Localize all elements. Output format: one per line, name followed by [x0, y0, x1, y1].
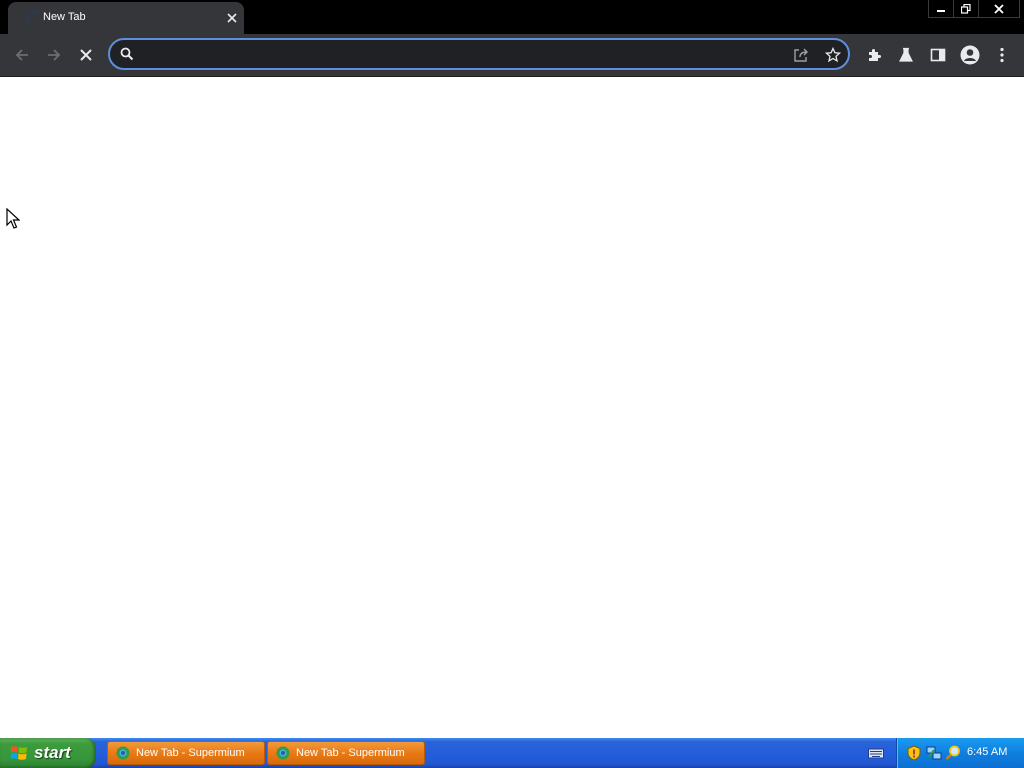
taskbar-item-label: New Tab - Supermium: [136, 747, 245, 759]
supermium-app-icon: [276, 746, 290, 760]
browser-titlebar: New Tab: [0, 0, 1024, 34]
start-button[interactable]: start: [0, 738, 96, 768]
restore-icon[interactable]: [953, 0, 979, 18]
taskbar-item-supermium-2[interactable]: New Tab - Supermium: [267, 741, 425, 765]
window-controls: [928, 0, 1020, 18]
search-icon[interactable]: [945, 745, 961, 761]
keyboard-icon[interactable]: [868, 746, 884, 765]
system-tray: 6:45 AM: [896, 738, 1024, 768]
forward-button[interactable]: [42, 43, 66, 67]
network-icon[interactable]: [926, 745, 942, 761]
start-label: start: [34, 743, 71, 762]
windows-logo-icon: [10, 744, 28, 762]
taskbar-item-supermium-1[interactable]: New Tab - Supermium: [107, 741, 265, 765]
address-bar[interactable]: [108, 38, 850, 70]
share-icon[interactable]: [792, 46, 810, 64]
clock: 6:45 AM: [967, 746, 1008, 758]
kebab-menu-icon[interactable]: [992, 45, 1012, 65]
supermium-app-icon: [116, 746, 130, 760]
puzzle-icon[interactable]: [864, 45, 884, 65]
loading-spinner-icon: [26, 11, 42, 27]
tab-close-icon[interactable]: [224, 10, 240, 26]
minimize-icon[interactable]: [928, 0, 954, 18]
page-content[interactable]: [0, 77, 1024, 738]
star-icon[interactable]: [824, 46, 842, 64]
arrow-right-icon: [48, 49, 61, 61]
avatar-icon[interactable]: [960, 45, 980, 65]
back-button[interactable]: [10, 43, 34, 67]
address-input[interactable]: [144, 44, 744, 64]
tab-title: New Tab: [43, 11, 86, 23]
security-shield-icon[interactable]: [906, 745, 922, 761]
taskbar: start New Tab - Supermium New Tab - Supe…: [0, 738, 1024, 768]
mouse-pointer-icon: [6, 207, 21, 235]
search-icon: [120, 47, 134, 66]
browser-toolbar: [0, 34, 1024, 77]
tab-new-tab[interactable]: New Tab: [8, 2, 244, 34]
stop-loading-button[interactable]: [74, 43, 98, 67]
taskbar-item-label: New Tab - Supermium: [296, 747, 405, 759]
stop-loading-icon: [80, 49, 92, 61]
side-panel-icon[interactable]: [928, 45, 948, 65]
window-close-icon[interactable]: [978, 0, 1020, 18]
flask-icon[interactable]: [896, 45, 916, 65]
arrow-left-icon: [15, 49, 28, 61]
